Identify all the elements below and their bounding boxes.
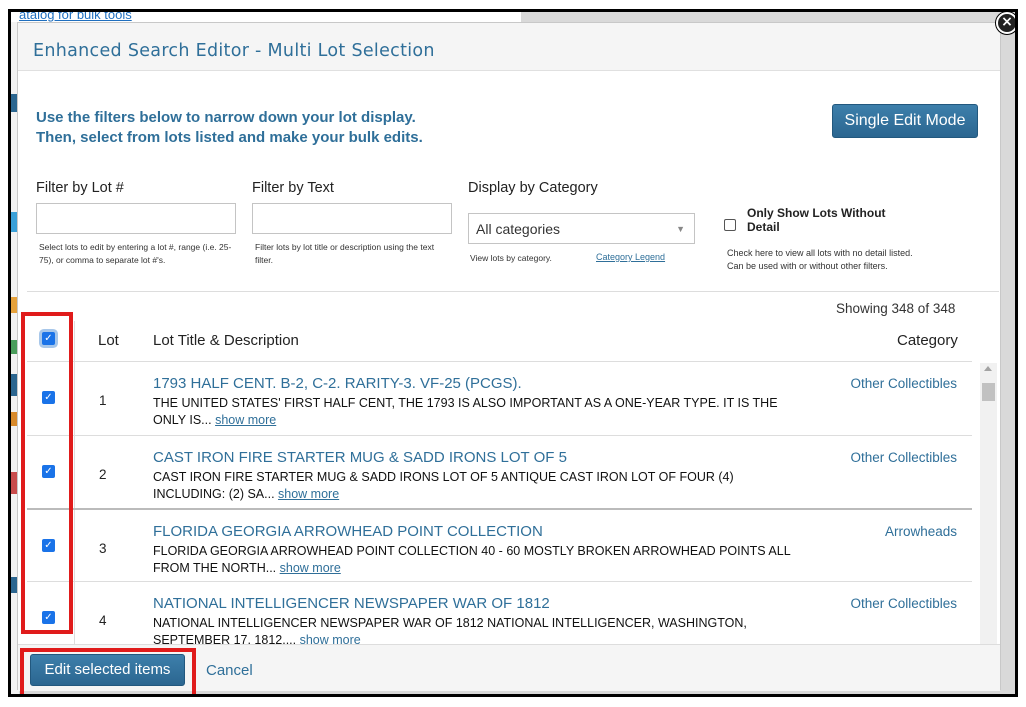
result-count: Showing 348 of 348 (836, 301, 956, 316)
lot-description-text: FLORIDA GEORGIA ARROWHEAD POINT COLLECTI… (153, 544, 791, 575)
check-icon: ✓ (44, 612, 53, 623)
filter-lot-label: Filter by Lot # (36, 180, 124, 196)
screenshot-frame: atalog for bulk tools Enhanced Search Ed… (8, 9, 1018, 697)
no-detail-label: Only Show Lots Without Detail (747, 206, 886, 234)
lot-number: 4 (99, 613, 107, 628)
show-more-link[interactable]: show more (278, 487, 339, 501)
instructions-text: Use the filters below to narrow down you… (36, 109, 423, 146)
title-column-header: Lot Title & Description (153, 332, 299, 349)
no-detail-help: Check here to view all lots with no deta… (727, 245, 913, 274)
scroll-thumb[interactable] (982, 383, 995, 401)
background-link: atalog for bulk tools (19, 9, 132, 22)
multi-lot-modal: Enhanced Search Editor - Multi Lot Selec… (17, 22, 1001, 694)
lot-title-link[interactable]: 1793 HALF CENT. B-2, C-2. RARITY-3. VF-2… (153, 375, 522, 392)
edit-selected-items-button[interactable]: Edit selected items (30, 654, 185, 686)
lot-description: THE UNITED STATES' FIRST HALF CENT, THE … (153, 395, 803, 429)
category-filter-label: Display by Category (468, 180, 598, 196)
lot-category: Other Collectibles (850, 376, 957, 391)
no-detail-help-line-2: Can be used with or without other filter… (727, 261, 888, 271)
lot-table-body: ✓ 1 1793 HALF CENT. B-2, C-2. RARITY-3. … (27, 361, 972, 651)
lot-number: 2 (99, 467, 107, 482)
lot-number: 3 (99, 541, 107, 556)
category-help: View lots by category. (470, 253, 552, 263)
filter-text-label: Filter by Text (252, 180, 334, 196)
scroll-up-arrow-icon[interactable] (984, 366, 992, 371)
lot-category: Other Collectibles (850, 596, 957, 611)
show-more-link[interactable]: show more (280, 561, 341, 575)
lot-number: 1 (99, 393, 107, 408)
no-detail-checkbox[interactable] (724, 219, 736, 231)
row-checkbox[interactable]: ✓ (42, 539, 55, 552)
check-icon: ✓ (44, 540, 53, 551)
lot-title-link[interactable]: CAST IRON FIRE STARTER MUG & SADD IRONS … (153, 449, 567, 466)
category-legend-link[interactable]: Category Legend (596, 252, 665, 262)
lot-category: Arrowheads (884, 524, 957, 539)
lot-description: CAST IRON FIRE STARTER MUG & SADD IRONS … (153, 469, 803, 503)
lot-title-link[interactable]: NATIONAL INTELLIGENCER NEWSPAPER WAR OF … (153, 595, 550, 612)
table-scrollbar[interactable] (980, 363, 997, 655)
check-icon: ✓ (44, 466, 53, 477)
show-more-link[interactable]: show more (215, 413, 276, 427)
lot-title-link[interactable]: FLORIDA GEORGIA ARROWHEAD POINT COLLECTI… (153, 523, 543, 540)
select-all-checkbox[interactable]: ✓ (42, 332, 55, 345)
row-checkbox[interactable]: ✓ (42, 391, 55, 404)
lot-description-text: NATIONAL INTELLIGENCER NEWSPAPER WAR OF … (153, 616, 747, 647)
lot-description: FLORIDA GEORGIA ARROWHEAD POINT COLLECTI… (153, 543, 803, 577)
lot-column-header: Lot (98, 332, 119, 349)
table-row: ✓ 2 CAST IRON FIRE STARTER MUG & SADD IR… (27, 435, 972, 508)
category-select-value: All categories (476, 221, 561, 237)
table-row: ✓ 1 1793 HALF CENT. B-2, C-2. RARITY-3. … (27, 361, 972, 434)
modal-header: Enhanced Search Editor - Multi Lot Selec… (18, 23, 1000, 71)
category-select[interactable]: All categories ▼ (468, 213, 695, 244)
lot-category: Other Collectibles (850, 450, 957, 465)
row-checkbox[interactable]: ✓ (42, 611, 55, 624)
single-edit-mode-button[interactable]: Single Edit Mode (832, 104, 978, 138)
cancel-link[interactable]: Cancel (206, 662, 253, 679)
modal-footer: Edit selected items Cancel (18, 644, 1000, 691)
close-icon[interactable]: × (996, 12, 1015, 34)
background-page: atalog for bulk tools (11, 12, 521, 22)
filter-lot-help: Select lots to edit by entering a lot #,… (39, 242, 232, 265)
filter-text-help: Filter lots by lot title or description … (255, 242, 435, 265)
chevron-down-icon: ▼ (676, 224, 685, 234)
table-row: ✓ 4 NATIONAL INTELLIGENCER NEWSPAPER WAR… (27, 581, 972, 651)
lot-description-text: CAST IRON FIRE STARTER MUG & SADD IRONS … (153, 470, 734, 501)
row-checkbox[interactable]: ✓ (42, 465, 55, 478)
check-icon: ✓ (44, 392, 53, 403)
filter-text-input[interactable] (252, 203, 452, 234)
filter-lot-input[interactable] (36, 203, 236, 234)
table-row: ✓ 3 FLORIDA GEORGIA ARROWHEAD POINT COLL… (27, 508, 972, 581)
category-column-header: Category (897, 332, 958, 349)
check-icon: ✓ (44, 333, 53, 344)
filters-divider (27, 291, 999, 292)
modal-title: Enhanced Search Editor - Multi Lot Selec… (33, 41, 435, 61)
